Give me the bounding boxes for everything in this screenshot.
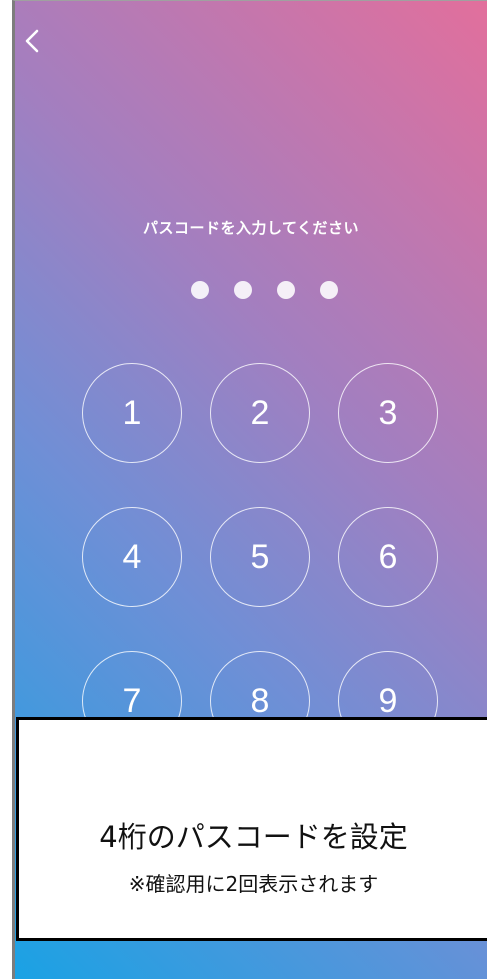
keypad-key-6[interactable]: 6 (338, 507, 438, 607)
pin-dot (277, 281, 295, 299)
callout-title: 4桁のパスコードを設定 (99, 820, 408, 854)
chevron-left-icon (21, 23, 47, 59)
pin-dot (234, 281, 252, 299)
back-button[interactable] (21, 23, 47, 59)
passcode-prompt: パスコードを入力してください (142, 219, 360, 237)
callout-note: ※確認用に2回表示されます (128, 872, 379, 896)
keypad-key-2[interactable]: 2 (210, 363, 310, 463)
pin-dot (320, 281, 338, 299)
pin-indicator (15, 281, 487, 301)
keypad-key-4[interactable]: 4 (82, 507, 182, 607)
keypad-key-1[interactable]: 1 (82, 363, 182, 463)
instruction-callout: 4桁のパスコードを設定 ※確認用に2回表示されます (16, 717, 487, 941)
pin-dot (191, 281, 209, 299)
keypad-key-5[interactable]: 5 (210, 507, 310, 607)
keypad-key-3[interactable]: 3 (338, 363, 438, 463)
